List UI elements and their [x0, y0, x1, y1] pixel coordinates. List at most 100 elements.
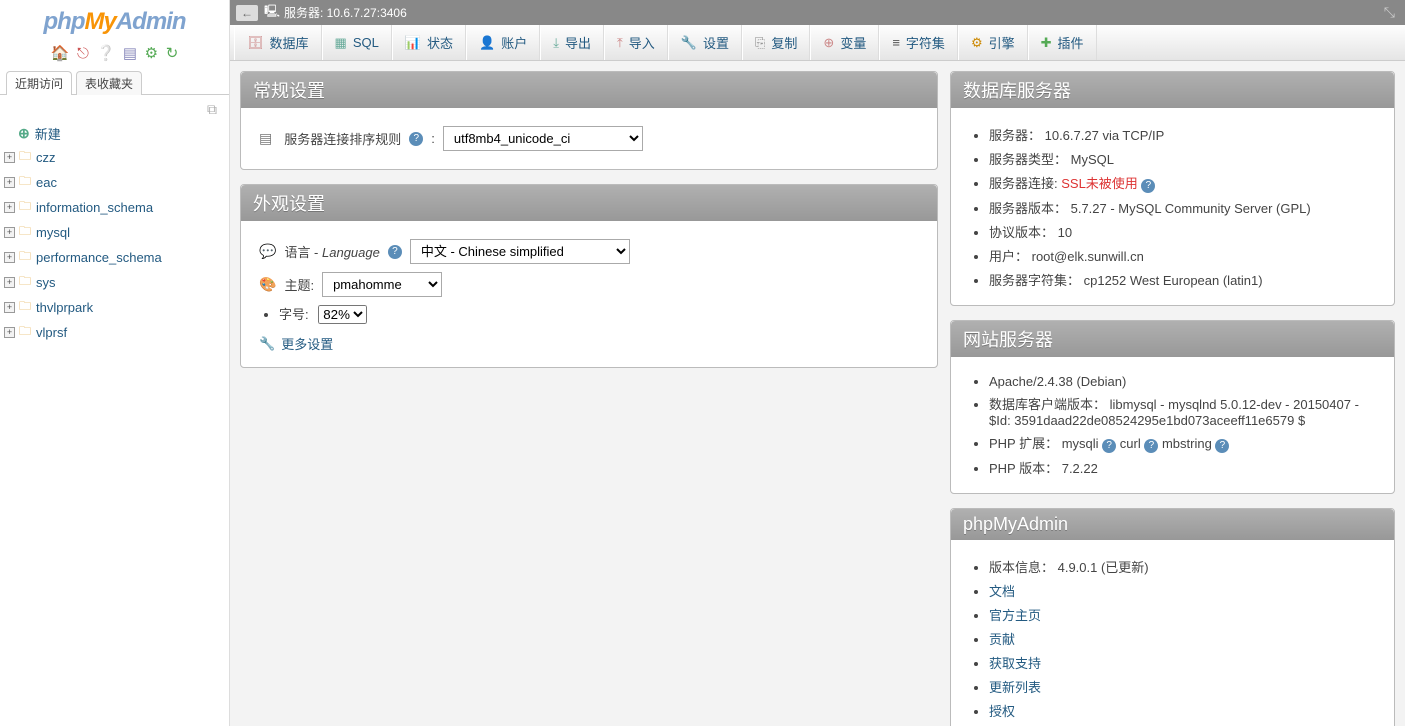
- expand-icon[interactable]: +: [4, 327, 15, 338]
- fontsize-select[interactable]: 82%: [318, 305, 367, 324]
- menu-引擎[interactable]: ⚙ 引擎: [958, 25, 1028, 60]
- pma-link[interactable]: 文档: [989, 584, 1015, 599]
- list-item: 官方主页: [989, 602, 1376, 626]
- logo[interactable]: phpMyAdmin: [0, 0, 229, 40]
- help-icon[interactable]: ?: [1144, 439, 1158, 453]
- list-item: 文档: [989, 578, 1376, 602]
- menu-字符集[interactable]: ≡字符集: [879, 25, 958, 60]
- menu-icon: 👤: [479, 35, 495, 51]
- tree-db-item[interactable]: +🗀sys: [4, 270, 229, 295]
- menu-icon: ⤓: [553, 35, 559, 51]
- panel-phpmyadmin: phpMyAdmin 版本信息： 4.9.0.1 (已更新)文档官方主页贡献获取…: [950, 508, 1395, 726]
- help-icon[interactable]: ?: [1141, 179, 1155, 193]
- collation-select[interactable]: utf8mb4_unicode_ci: [443, 126, 643, 151]
- sidebar: phpMyAdmin 🏠 ⎋ ❔ ▤ ⚙ ↻ 近期访问 表收藏夹 ⧉ ⊕新建+🗀…: [0, 0, 230, 726]
- menu-状态[interactable]: 📊状态: [392, 25, 466, 60]
- menu-label: 设置: [703, 33, 729, 52]
- wrench-icon: 🔧: [259, 336, 275, 352]
- more-settings-link[interactable]: 🔧 更多设置: [259, 326, 919, 353]
- tree-db-item[interactable]: +🗀information_schema: [4, 195, 229, 220]
- help-icon[interactable]: ?: [1215, 439, 1229, 453]
- panel-appearance: 外观设置 💬 语言 - Language ? 中文 - Chinese simp…: [240, 184, 938, 368]
- pma-link[interactable]: 官方主页: [989, 608, 1041, 623]
- pma-link[interactable]: 授权: [989, 704, 1015, 719]
- list-item: 服务器版本： 5.7.27 - MySQL Community Server (…: [989, 195, 1376, 219]
- logo-part-1: php: [44, 8, 85, 35]
- tree-db-item[interactable]: +🗀performance_schema: [4, 245, 229, 270]
- docs-icon[interactable]: ❔: [97, 45, 116, 62]
- menu-icon: ⊕: [823, 35, 834, 51]
- menu-label: 变量: [840, 33, 866, 52]
- menu-icon: ▦: [335, 35, 347, 51]
- menu-导入[interactable]: ⤒导入: [604, 25, 668, 60]
- collation-icon: ▤: [259, 130, 272, 147]
- home-icon[interactable]: 🏠: [51, 45, 70, 62]
- menu-label: 插件: [1058, 33, 1084, 52]
- database-icon: 🗀: [19, 322, 31, 343]
- menu-数据库[interactable]: 🗄数据库: [234, 25, 322, 60]
- help-icon[interactable]: ?: [388, 245, 402, 259]
- panel-title: 外观设置: [241, 185, 937, 221]
- menu-SQL[interactable]: ▦SQL: [322, 25, 392, 60]
- expand-icon[interactable]: +: [4, 202, 15, 213]
- list-item: 获取支持: [989, 650, 1376, 674]
- reload-icon[interactable]: ↻: [166, 45, 179, 62]
- menu-icon: ⤒: [617, 35, 623, 51]
- pma-link[interactable]: 获取支持: [989, 656, 1041, 671]
- list-item: 贡献: [989, 626, 1376, 650]
- list-item: PHP 扩展： mysqli ? curl ? mbstring ?: [989, 430, 1376, 455]
- tree-db-item[interactable]: +🗀vlprsf: [4, 320, 229, 345]
- collapse-icon[interactable]: ⧉: [0, 101, 229, 122]
- menu-设置[interactable]: 🔧设置: [668, 25, 742, 60]
- expand-icon[interactable]: +: [4, 152, 15, 163]
- server-breadcrumb[interactable]: 服务器: 10.6.7.27:3406: [284, 4, 407, 21]
- expand-icon[interactable]: +: [4, 302, 15, 313]
- menu-复制[interactable]: ⎘复制: [742, 25, 810, 60]
- menu-icon: ⚙: [971, 35, 983, 51]
- settings-icon[interactable]: ⚙: [145, 45, 158, 62]
- tree-db-item[interactable]: +🗀eac: [4, 170, 229, 195]
- language-label: 语言 - Language: [284, 242, 379, 261]
- tree-db-item[interactable]: +🗀mysql: [4, 220, 229, 245]
- list-item: 协议版本： 10: [989, 219, 1376, 243]
- help-icon[interactable]: ?: [409, 132, 423, 146]
- menu-label: 数据库: [270, 33, 309, 52]
- language-select[interactable]: 中文 - Chinese simplified: [410, 239, 630, 264]
- menu-label: 账户: [501, 33, 527, 52]
- pma-link[interactable]: 更新列表: [989, 680, 1041, 695]
- list-item: 数据库客户端版本： libmysql - mysqlnd 5.0.12-dev …: [989, 391, 1376, 430]
- expand-icon[interactable]: +: [4, 252, 15, 263]
- fontsize-label: 字号:: [279, 307, 309, 322]
- menu-label: 导出: [565, 33, 591, 52]
- list-item: 授权: [989, 698, 1376, 722]
- menu-账户[interactable]: 👤 账户: [466, 25, 540, 60]
- pin-icon[interactable]: ⤡: [1380, 4, 1399, 21]
- database-icon: 🗀: [19, 222, 31, 243]
- logout-icon[interactable]: ⎋: [77, 45, 89, 62]
- expand-icon[interactable]: +: [4, 227, 15, 238]
- tree-db-item[interactable]: +🗀czz: [4, 145, 229, 170]
- panel-title: 数据库服务器: [951, 72, 1394, 108]
- list-item: 版本信息： 4.9.0.1 (已更新): [989, 554, 1376, 578]
- expand-icon[interactable]: +: [4, 177, 15, 188]
- theme-select[interactable]: pmahomme: [322, 272, 442, 297]
- menu-导出[interactable]: ⤓ 导出: [540, 25, 604, 60]
- theme-icon: 🎨: [259, 276, 276, 293]
- list-item: 服务器连接: SSL未被使用 ?: [989, 170, 1376, 195]
- expand-icon[interactable]: +: [4, 277, 15, 288]
- menu-插件[interactable]: ✚ 插件: [1028, 25, 1097, 60]
- tab-favorites[interactable]: 表收藏夹: [76, 71, 142, 95]
- menu-icon: ✚: [1041, 35, 1052, 51]
- list-item: 服务器字符集： cp1252 West European (latin1): [989, 267, 1376, 291]
- help-icon[interactable]: ?: [1102, 439, 1116, 453]
- pma-link[interactable]: 贡献: [989, 632, 1015, 647]
- database-icon: 🗀: [19, 272, 31, 293]
- nav-toggle-icon[interactable]: ←: [236, 5, 258, 21]
- menu-变量[interactable]: ⊕ 变量: [810, 25, 879, 60]
- sql-icon[interactable]: ▤: [123, 45, 137, 62]
- menu-label: 引擎: [989, 33, 1015, 52]
- tree-db-item[interactable]: +🗀thvlprpark: [4, 295, 229, 320]
- tab-recent[interactable]: 近期访问: [6, 71, 72, 95]
- tree-new-db[interactable]: ⊕新建: [18, 122, 229, 145]
- menu-label: 字符集: [906, 33, 945, 52]
